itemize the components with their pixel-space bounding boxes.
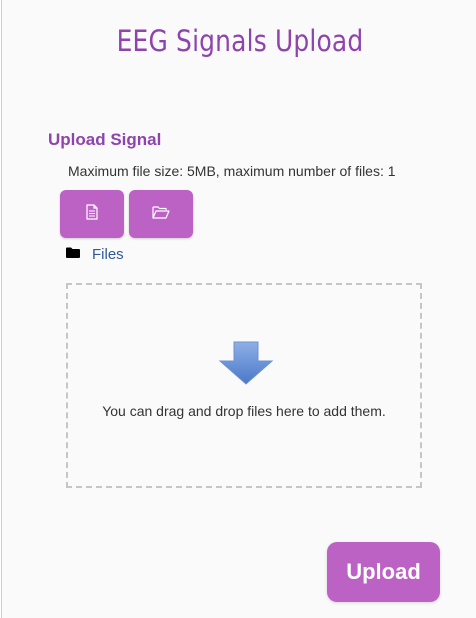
page-title: EEG Signals Upload xyxy=(116,24,364,58)
dropzone-instructions: You can drag and drop files here to add … xyxy=(102,403,386,419)
file-limits-text: Maximum file size: 5MB, maximum number o… xyxy=(68,163,396,179)
upload-button[interactable]: Upload xyxy=(327,542,440,602)
add-file-button[interactable] xyxy=(60,190,124,238)
folder-icon xyxy=(66,245,80,263)
upload-section-label: Upload Signal xyxy=(48,130,162,149)
files-breadcrumb: Files xyxy=(66,245,124,263)
files-link[interactable]: Files xyxy=(92,246,124,263)
folder-open-icon xyxy=(152,205,170,224)
file-icon xyxy=(85,203,99,225)
upload-panel: EEG Signals Upload Upload Signal Maximum… xyxy=(1,0,476,618)
file-dropzone[interactable]: You can drag and drop files here to add … xyxy=(66,283,422,488)
down-arrow-icon xyxy=(218,341,274,390)
create-folder-button[interactable] xyxy=(129,190,193,238)
